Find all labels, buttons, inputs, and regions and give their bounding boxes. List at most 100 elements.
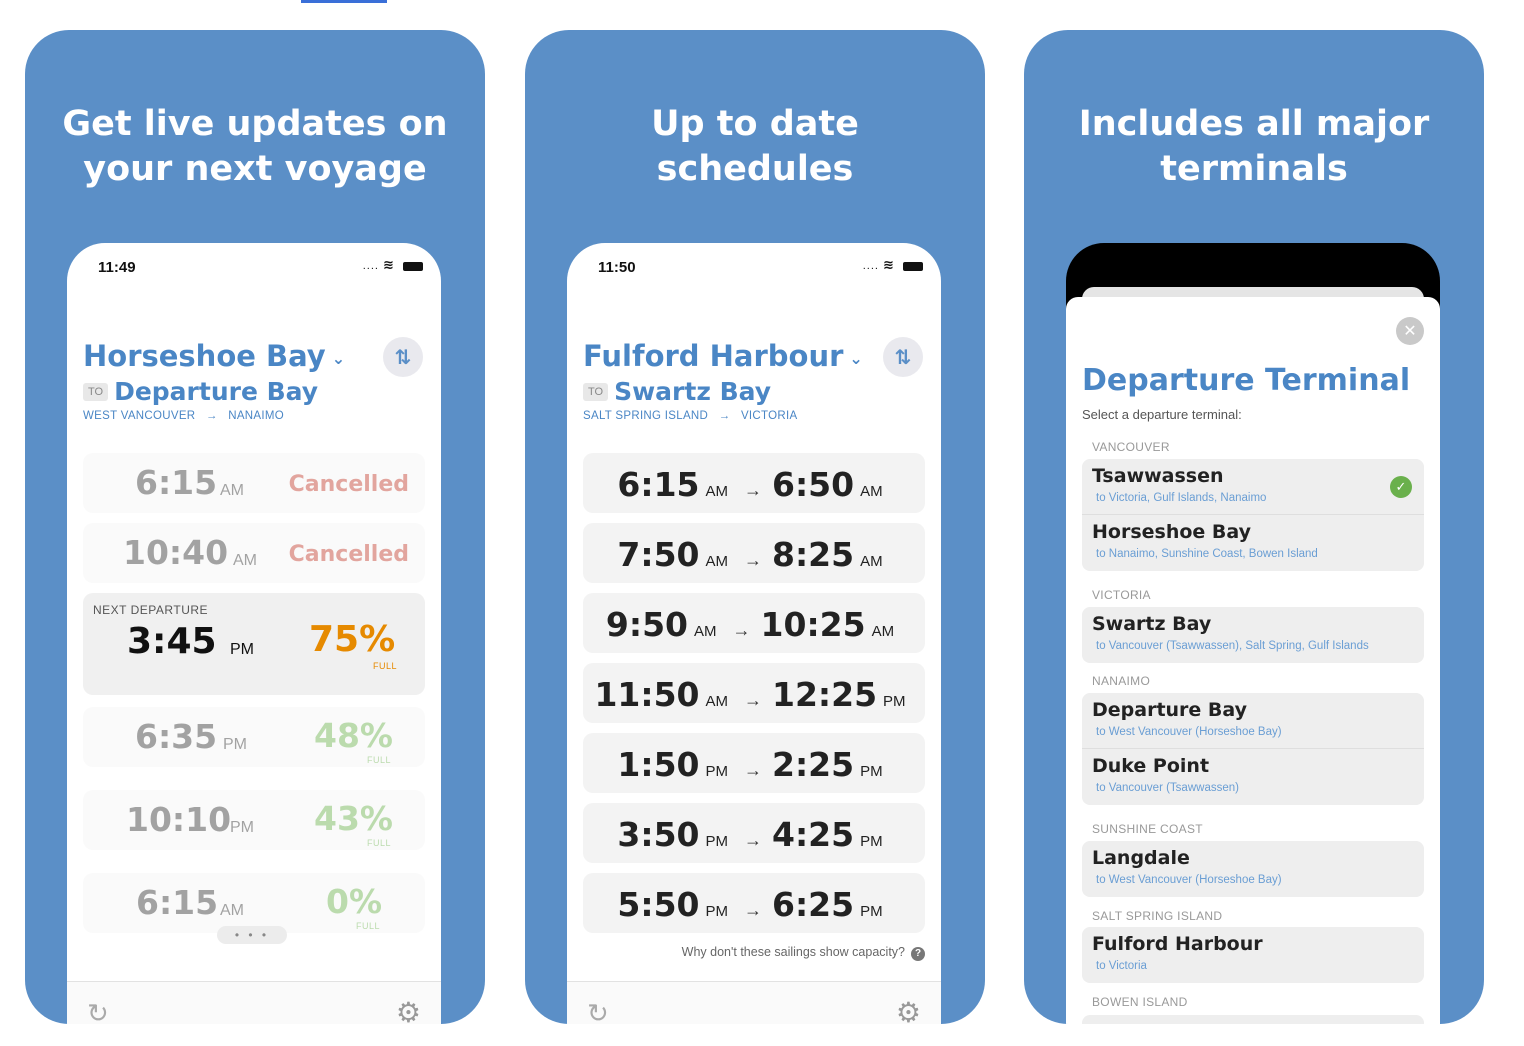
route-cities: WEST VANCOUVER → NANAIMO — [83, 410, 284, 422]
departure-terminal-selector[interactable]: Fulford Harbour ⌄ — [583, 339, 863, 373]
terminal-item-duke-point[interactable]: Duke Point to Vancouver (Tsawwassen) — [1082, 749, 1424, 805]
capacity-percent: 0% — [326, 882, 383, 921]
section-label-nanaimo: NANAIMO — [1092, 674, 1151, 688]
capacity-full-label: FULL — [373, 661, 398, 671]
sailing-time: 6:35 — [135, 717, 218, 756]
sheet-subtitle: Select a departure terminal: — [1082, 407, 1242, 422]
section-label-victoria: VICTORIA — [1092, 588, 1151, 602]
sailing-time: 10:10 — [126, 800, 232, 839]
swap-arrows-icon: ⇅ — [394, 346, 412, 369]
sailing-row[interactable]: 10:40 AM Cancelled — [83, 523, 425, 583]
arrival-ampm: PM — [860, 833, 883, 850]
terminal-item-swartz-bay[interactable]: Swartz Bay to Vancouver (Tsawwassen), Sa… — [1082, 607, 1424, 663]
sailing-time: 6:15 — [135, 463, 218, 502]
card-title-line-1: Includes all major — [1078, 104, 1430, 144]
schedule-row[interactable]: 5:50 PM → 6:25 PM — [583, 873, 925, 933]
sailing-time: 3:45 — [127, 621, 217, 662]
to-city: VICTORIA — [740, 410, 798, 422]
terminal-item-horseshoe-bay[interactable]: Horseshoe Bay to Nanaimo, Sunshine Coast… — [1082, 515, 1424, 571]
bottom-toolbar: ↻ ⚙ — [67, 981, 441, 1024]
arrow-right-icon: → — [744, 550, 762, 570]
sailing-row[interactable]: 6:15 AM 0% FULL — [83, 873, 425, 933]
sailing-row[interactable]: 6:15 AM Cancelled — [83, 453, 425, 513]
swap-direction-button[interactable]: ⇅ — [883, 337, 923, 377]
arrow-right-icon: → — [732, 620, 751, 640]
departure-time: 11:50 — [594, 675, 700, 714]
arrival-time: 2:25 — [772, 745, 855, 784]
phone-screen: 11:50 .... ≋ Fulford Harbour ⌄ TO Swartz B… — [567, 243, 941, 1024]
departure-time: 7:50 — [617, 535, 700, 574]
top-accent-line — [301, 0, 387, 3]
question-icon: ? — [911, 947, 925, 961]
terminal-name: Horseshoe Bay — [1092, 521, 1252, 543]
schedule-row[interactable]: 1:50 PM → 2:25 PM — [583, 733, 925, 793]
close-button[interactable]: ✕ — [1396, 317, 1424, 345]
sailing-ampm: AM — [220, 902, 244, 919]
section-label-salt-spring-island: SALT SPRING ISLAND — [1092, 909, 1223, 923]
section-label-vancouver: VANCOUVER — [1092, 440, 1170, 454]
gear-icon[interactable]: ⚙ — [896, 996, 921, 1024]
refresh-icon[interactable]: ↻ — [87, 998, 109, 1024]
schedule-row[interactable]: 3:50 PM → 4:25 PM — [583, 803, 925, 863]
terminal-routes: to Vancouver (Tsawwassen), Salt Spring, … — [1096, 640, 1369, 652]
departure-time: 9:50 — [605, 605, 689, 644]
section-label-bowen-island: BOWEN ISLAND — [1092, 995, 1188, 1009]
card-title-line-2: your next voyage — [83, 149, 427, 189]
capacity-help-link[interactable]: Why don't these sailings show capacity?? — [682, 945, 925, 961]
schedule-row[interactable]: 6:15 AM → 6:50 AM — [583, 453, 925, 513]
card-title-line-1: Up to date — [651, 104, 859, 144]
sailing-row[interactable]: 6:35 PM 48% FULL — [83, 707, 425, 767]
sailing-ampm: PM — [230, 641, 254, 658]
terminal-name: Langdale — [1092, 847, 1190, 869]
departure-terminal-name: Fulford Harbour — [583, 339, 844, 373]
terminal-group-victoria: Swartz Bay to Vancouver (Tsawwassen), Sa… — [1082, 607, 1424, 663]
battery-icon — [403, 261, 423, 271]
phone-screen: 11:49 .... ≋ Horseshoe Bay ⌄ TO Departure … — [67, 243, 441, 1024]
departure-ampm: PM — [705, 903, 729, 920]
promo-card-live-updates: Get live updates on your next voyage 11:… — [25, 30, 485, 1024]
arrival-ampm: AM — [860, 483, 883, 500]
gear-icon[interactable]: ⚙ — [396, 996, 421, 1024]
departure-ampm: AM — [705, 483, 729, 500]
arrival-terminal-name: Swartz Bay — [614, 377, 772, 406]
arrival-ampm: PM — [883, 693, 906, 710]
refresh-icon[interactable]: ↻ — [587, 998, 609, 1024]
arrival-ampm: PM — [860, 763, 883, 780]
swap-direction-button[interactable]: ⇅ — [383, 337, 423, 377]
departure-ampm: AM — [694, 623, 717, 640]
capacity-help-text: Why don't these sailings show capacity? — [681, 945, 905, 959]
departure-ampm: PM — [705, 833, 729, 850]
departure-ampm: AM — [705, 693, 729, 710]
arrival-ampm: AM — [871, 623, 895, 640]
terminal-item-departure-bay[interactable]: Departure Bay to West Vancouver (Horsesh… — [1082, 693, 1424, 749]
wifi-icon: ≋ — [883, 257, 895, 272]
schedule-row[interactable]: 9:50 AM → 10:25 AM — [583, 593, 925, 653]
sailing-ampm: PM — [230, 819, 254, 836]
arrival-ampm: AM — [860, 553, 883, 570]
battery-icon — [903, 261, 923, 271]
schedule-row[interactable]: 11:50 AM → 12:25 PM — [583, 663, 925, 723]
terminal-item-langdale[interactable]: Langdale to West Vancouver (Horseshoe Ba… — [1082, 841, 1424, 897]
sheet-title: Departure Terminal — [1082, 363, 1411, 398]
schedule-row[interactable]: 7:50 AM → 8:25 AM — [583, 523, 925, 583]
terminal-item-fulford-harbour[interactable]: Fulford Harbour to Victoria — [1082, 927, 1424, 983]
terminal-name: Tsawwassen — [1092, 465, 1224, 487]
terminal-routes: to West Vancouver (Horseshoe Bay) — [1096, 874, 1282, 886]
terminal-routes: to West Vancouver (Horseshoe Bay) — [1096, 726, 1282, 738]
departure-terminal-selector[interactable]: Horseshoe Bay ⌄ — [83, 339, 345, 373]
terminal-group-nanaimo: Departure Bay to West Vancouver (Horsesh… — [1082, 693, 1424, 805]
sailing-row[interactable]: 10:10 PM 43% FULL — [83, 790, 425, 850]
card-title-line-2: terminals — [1160, 149, 1348, 189]
terminal-group-vancouver: Tsawwassen to Victoria, Gulf Islands, Na… — [1082, 459, 1424, 571]
page-indicator[interactable]: • • • — [217, 926, 287, 944]
arrow-right-icon: → — [744, 900, 762, 920]
capacity-full-label: FULL — [356, 921, 381, 931]
next-departure-row[interactable]: NEXT DEPARTURE 3:45 PM 75% FULL — [83, 593, 425, 695]
departure-time: 3:50 — [617, 815, 700, 854]
close-icon: ✕ — [1403, 323, 1417, 340]
card-title: Up to date schedules — [525, 102, 985, 192]
departure-ampm: PM — [705, 763, 729, 780]
arrow-right-icon: → — [744, 830, 762, 850]
terminal-item-tsawwassen[interactable]: Tsawwassen to Victoria, Gulf Islands, Na… — [1082, 459, 1424, 515]
capacity-full-label: FULL — [367, 755, 392, 765]
